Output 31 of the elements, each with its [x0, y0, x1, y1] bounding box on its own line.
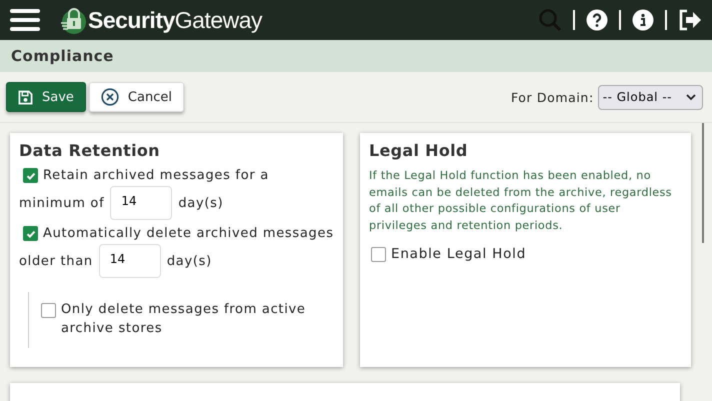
unit-label: day(s)	[178, 196, 224, 210]
page-title: Compliance	[11, 47, 114, 65]
save-button[interactable]: Save	[6, 82, 86, 112]
cancel-button[interactable]: Cancel	[88, 82, 184, 112]
checkbox[interactable]	[23, 168, 38, 183]
padlock-logo-icon	[60, 5, 86, 35]
section-title: Legal Hold	[369, 141, 469, 160]
info-icon[interactable]	[632, 9, 654, 31]
unit-label: day(s)	[166, 254, 212, 268]
checkbox-label: Only delete messages from active archive stores	[61, 301, 307, 338]
logout-icon[interactable]	[678, 9, 702, 31]
number-field[interactable]: 14	[110, 186, 172, 220]
section-title: Data Retention	[19, 141, 161, 160]
field-label: minimum of	[19, 196, 104, 210]
field-label: older than	[19, 254, 93, 268]
number-field[interactable]: 14	[98, 244, 161, 278]
close-circle-icon	[100, 88, 119, 106]
description-text: If the Legal Hold function has been enabled, no emails can be deleted from the archive, regardless of all other possible configurations of user privileges and retention periods.	[369, 168, 673, 234]
brand-name: SecurityGateway	[88, 6, 262, 34]
checkbox-label: Retain archived messages for a	[43, 168, 269, 183]
scrollbar[interactable]	[702, 123, 704, 243]
help-icon[interactable]	[586, 9, 608, 31]
checkbox-label: Automatically delete archived messages	[43, 226, 334, 241]
chevron-down-icon	[686, 94, 696, 100]
domain-label: For Domain:	[510, 90, 594, 104]
checkbox[interactable]	[41, 303, 56, 318]
checkbox[interactable]	[371, 246, 386, 262]
domain-dropdown[interactable]: -- Global --	[598, 84, 703, 110]
menu-icon[interactable]	[10, 8, 40, 32]
checkbox[interactable]	[23, 226, 38, 241]
checkbox-label: Enable Legal Hold	[391, 246, 526, 262]
